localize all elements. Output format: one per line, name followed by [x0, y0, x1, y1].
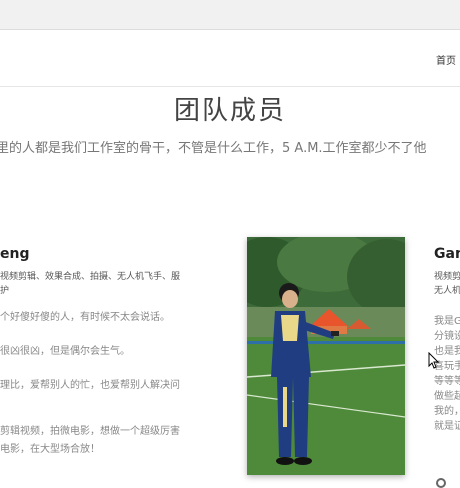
member-desc-line: 等等等	[434, 376, 460, 387]
navbar: 首页	[0, 30, 460, 87]
member-desc-line: 我的，	[434, 406, 460, 417]
member-desc-line: 分镜设	[434, 331, 460, 342]
member-skill-line: 护	[0, 286, 10, 296]
member-skills: 视频剪 无人机	[434, 270, 460, 298]
member-desc-line: 就是证	[434, 421, 460, 432]
user-icon	[436, 478, 446, 488]
member-desc-line: 电影，在大型场合放！	[0, 444, 100, 455]
member-desc-line: 我是G	[434, 316, 460, 327]
nav-home-link[interactable]: 首页	[436, 52, 456, 67]
member-desc-line: 剪辑视频，拍微电影，想做一个超级厉害	[0, 426, 180, 437]
member-photo	[247, 237, 405, 475]
member-desc-line: 个好傻好傻的人，有时候不太会说话。	[0, 312, 170, 323]
mouse-cursor-icon	[428, 351, 440, 374]
member-skill-line: 视频剪辑、效果合成、拍摄、无人机飞手、服	[0, 272, 181, 282]
member-card-right: Gam 视频剪 无人机 我是G 分镜设 也是我 喜玩手 等等等 做些起 我的， …	[434, 246, 460, 434]
member-desc-line: 理比，爱帮别人的忙，也爱帮别人解决问	[0, 380, 180, 391]
browser-top-band	[0, 0, 460, 30]
member-skill-line: 无人机	[434, 286, 460, 296]
page-title: 团队成员	[173, 96, 286, 126]
member-skill-line: 视频剪	[434, 272, 460, 282]
member-name: Gam	[434, 246, 460, 262]
member-skills: 视频剪辑、效果合成、拍摄、无人机飞手、服 护	[0, 270, 215, 298]
member-desc-line: 做些起	[434, 391, 460, 402]
member-name: eng	[0, 246, 30, 262]
member-card-left: eng 视频剪辑、效果合成、拍摄、无人机飞手、服 护 个好傻好傻的人，有时候不太…	[0, 246, 215, 458]
member-desc-line: 很凶很凶，但是偶尔会生气。	[0, 346, 130, 357]
page-subtitle: 里的人都是我们工作室的骨干，不管是什么工作，5 A.M.工作室都少不了他	[0, 141, 427, 156]
